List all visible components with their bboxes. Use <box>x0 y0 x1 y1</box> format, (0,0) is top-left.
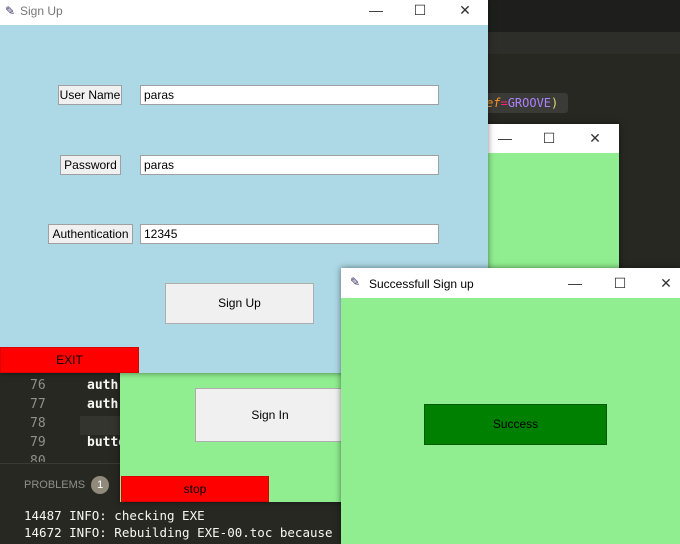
editor-code-area[interactable]: 76 auth 77 auth 78 79 butto 80 <box>0 373 140 463</box>
code-keyword: ef <box>486 96 501 110</box>
code-value: GROOVE <box>507 96 552 110</box>
line-number: 80 <box>30 454 46 462</box>
close-button[interactable]: ✕ <box>575 124 615 153</box>
code-operator: = <box>500 96 508 110</box>
minimize-button[interactable]: — <box>485 124 525 153</box>
password-input[interactable]: paras <box>140 155 439 175</box>
problems-label: PROBLEMS <box>24 479 86 491</box>
line-number: 78 <box>30 416 46 431</box>
success-button[interactable]: Success <box>424 404 607 445</box>
title-bar: ✎ Sign Up — ☐ ✕ <box>0 0 488 25</box>
username-label: User Name <box>58 85 122 105</box>
password-label: Password <box>60 155 121 175</box>
editor-tabs-area <box>488 0 680 32</box>
log-line: 14672 INFO: Rebuilding EXE-00.toc becaus… <box>24 525 333 540</box>
feather-icon: ✎ <box>350 275 361 289</box>
editor-breadcrumb-bar <box>488 32 680 54</box>
problems-count-badge: 1 <box>91 476 110 494</box>
stop-button[interactable]: stop <box>121 476 269 502</box>
close-button[interactable]: ✕ <box>445 0 485 20</box>
maximize-button[interactable]: ☐ <box>529 124 569 153</box>
code-line: auth <box>87 378 119 393</box>
maximize-button[interactable]: ☐ <box>400 0 440 20</box>
minimize-button[interactable]: — <box>555 268 595 298</box>
code-line: auth <box>87 397 119 412</box>
window-title: Successfull Sign up <box>369 277 474 291</box>
sign-up-button[interactable]: Sign Up <box>165 283 314 324</box>
minimize-button[interactable]: — <box>356 0 396 20</box>
close-button[interactable]: ✕ <box>646 268 680 298</box>
log-line: 14487 INFO: checking EXE <box>24 508 205 523</box>
sign-in-button[interactable]: Sign In <box>195 388 345 442</box>
code-snippet: ef=GROOVE) <box>484 93 568 113</box>
line-number: 76 <box>30 378 46 393</box>
maximize-button[interactable]: ☐ <box>600 268 640 298</box>
line-number: 79 <box>30 435 46 450</box>
window-title: Sign Up <box>20 4 63 18</box>
exit-button[interactable]: EXIT <box>0 347 139 373</box>
authentication-label: Authentication <box>48 224 133 244</box>
code-paren: ) <box>551 96 559 110</box>
success-window: ✎ Successfull Sign up — ☐ ✕ Success <box>341 268 680 544</box>
authentication-input[interactable]: 12345 <box>140 224 439 244</box>
title-bar: ✎ Successfull Sign up — ☐ ✕ <box>341 268 680 298</box>
feather-icon: ✎ <box>5 4 16 18</box>
username-input[interactable]: paras <box>140 85 439 105</box>
problems-tab[interactable]: PROBLEMS 1 <box>24 476 110 494</box>
line-number: 77 <box>30 397 46 412</box>
